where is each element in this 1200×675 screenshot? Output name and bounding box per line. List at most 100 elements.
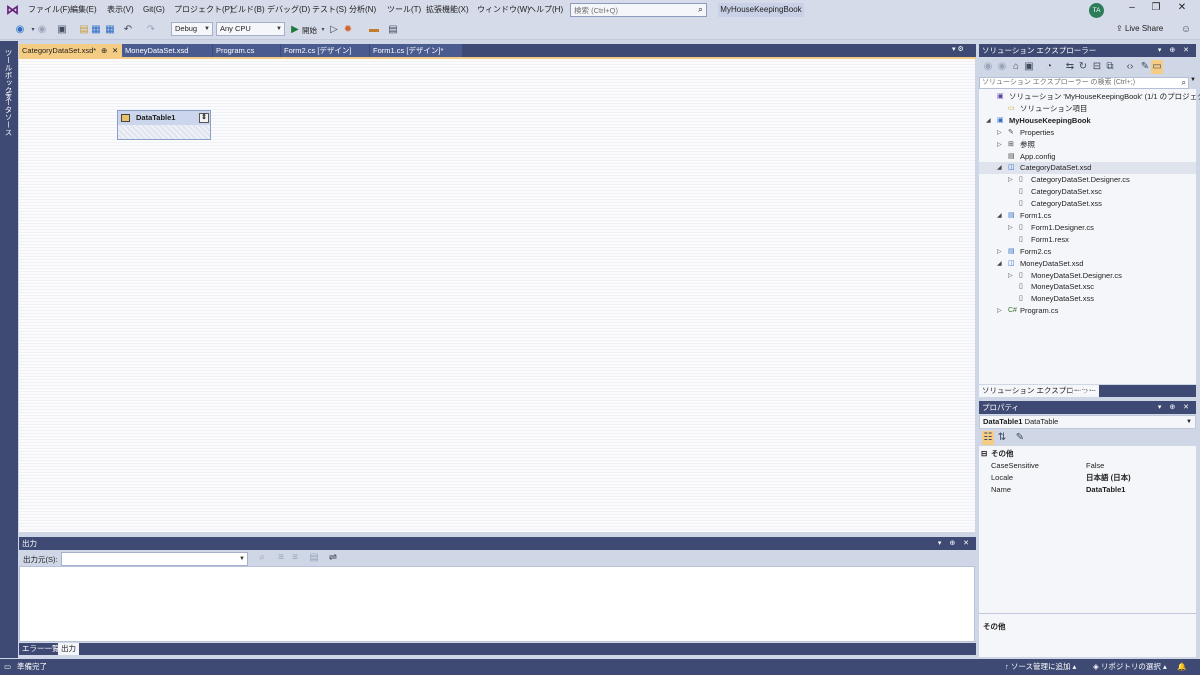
property-value[interactable]: 日本語 (日本) — [1086, 472, 1131, 484]
avatar[interactable]: TA — [1089, 3, 1104, 18]
property-value[interactable]: DataTable1 — [1086, 484, 1125, 496]
expand-arrow-icon[interactable]: ▷ — [1008, 270, 1013, 282]
expand-arrow-icon[interactable]: ▷ — [997, 139, 1002, 151]
forward-icon[interactable]: ◉ — [36, 23, 48, 37]
expand-arrow-icon[interactable]: ▷ — [1008, 174, 1013, 186]
forward-icon[interactable]: ◉ — [996, 60, 1008, 74]
output-window-icon[interactable]: ▭ — [4, 659, 11, 675]
tree-item[interactable]: ◢ ◫ CategoryDataSet.xsd — [979, 162, 1196, 175]
collapse-icon[interactable]: ⊟ — [981, 448, 987, 460]
maximize-icon[interactable]: ❐ — [1148, 2, 1164, 13]
live-share-button[interactable]: ⇪ Live Share — [1116, 24, 1163, 33]
tree-item[interactable]: ▷ ⊞ 参照 — [979, 139, 1196, 151]
tab-overflow-icon[interactable]: ▾ ⚙ — [952, 45, 964, 53]
tree-item[interactable]: ▤ App.config — [979, 151, 1196, 163]
collapse-icon[interactable]: ⇕ — [199, 113, 209, 123]
tree-item[interactable]: ◢ ▤ Form1.cs — [979, 210, 1196, 222]
code-view-icon[interactable]: ‹› — [1124, 60, 1136, 74]
panel-controls-icon[interactable]: ▾ ⊕ ✕ — [1158, 401, 1192, 414]
tab-output[interactable]: 出力 — [58, 643, 79, 655]
tree-item[interactable]: ▷ ▤ Form2.cs — [979, 246, 1196, 258]
tab-form2-design[interactable]: Form2.cs [デザイン] — [281, 44, 369, 57]
expand-arrow-icon[interactable]: ▷ — [1008, 222, 1013, 234]
close-icon[interactable]: ✕ — [112, 44, 118, 57]
prev-message-icon[interactable]: ≡ — [275, 551, 287, 565]
home-icon[interactable]: ⌂ — [1010, 60, 1022, 74]
minimize-icon[interactable]: – — [1124, 2, 1140, 13]
property-row[interactable]: Name DataTable1 — [979, 484, 1196, 496]
find-icon[interactable]: ⌕ — [256, 551, 268, 565]
tree-item[interactable]: ▷ ▯ MoneyDataSet.Designer.cs — [979, 270, 1196, 282]
expand-arrow-icon[interactable]: ▷ — [997, 246, 1002, 258]
expand-arrow-icon[interactable]: ▷ — [997, 127, 1002, 139]
tab-category-dataset[interactable]: CategoryDataSet.xsd* ⊕ ✕ — [19, 44, 122, 57]
menu-item[interactable]: ビルド(B) — [230, 4, 265, 16]
save-icon[interactable]: ▦ — [90, 23, 102, 37]
tree-item[interactable]: ▯ CategoryDataSet.xss — [979, 198, 1196, 210]
undo-icon[interactable]: ↶ — [122, 23, 134, 37]
redo-icon[interactable]: ↷ — [145, 23, 157, 37]
menu-item[interactable]: デバッグ(D) — [267, 4, 310, 16]
platform-select[interactable]: Any CPU ▼ — [216, 22, 285, 36]
alphabetical-icon[interactable]: ⇅ — [996, 431, 1008, 445]
dataset-designer-surface[interactable]: DataTable1 ⇕ — [19, 59, 975, 532]
collapse-all-icon[interactable]: ⊟ — [1091, 60, 1103, 74]
start-without-debug-icon[interactable]: ▷ — [328, 23, 340, 37]
tab-program[interactable]: Program.cs — [213, 44, 280, 57]
datatable-box[interactable]: DataTable1 ⇕ — [117, 110, 211, 140]
categorized-icon[interactable]: ☷ — [982, 431, 994, 445]
close-icon[interactable]: ✕ — [1174, 2, 1190, 13]
output-source-select[interactable]: ▼ — [61, 552, 248, 566]
wrench-icon[interactable]: ✎ — [1014, 431, 1026, 445]
layout-icon[interactable]: ▤ — [387, 23, 399, 37]
new-project-icon[interactable]: ▣ — [56, 23, 68, 37]
tree-item[interactable]: ◢ ◫ MoneyDataSet.xsd — [979, 258, 1196, 270]
sync-icon[interactable]: ⇆ — [1064, 60, 1076, 74]
menu-item[interactable]: ファイル(F) — [28, 4, 70, 16]
tree-item[interactable]: ▷ ✎ Properties — [979, 127, 1196, 139]
property-row[interactable]: Locale 日本語 (日本) — [979, 472, 1196, 484]
search-box[interactable]: 検索 (Ctrl+Q) ⌕ — [570, 3, 707, 17]
visual-studio-logo-icon[interactable]: ⋈ — [6, 3, 20, 17]
preview-icon[interactable]: ▭ — [1151, 60, 1163, 74]
back-icon[interactable]: ◉ — [982, 60, 994, 74]
output-text-area[interactable] — [19, 566, 975, 642]
tree-item[interactable]: ◢ ▣ MyHouseKeepingBook — [979, 115, 1196, 127]
tab-error-list[interactable]: エラー一覧 — [19, 643, 63, 655]
collapse-arrow-icon[interactable]: ◢ — [997, 210, 1002, 222]
tab-form1-design[interactable]: Form1.cs [デザイン]* — [370, 44, 462, 57]
notifications-icon[interactable]: 🔔 — [1177, 659, 1186, 675]
data-sources-tab[interactable]: データソース — [3, 91, 14, 136]
tab-git-changes[interactable]: Git 変更 — [1068, 385, 1101, 397]
menu-item[interactable]: 拡張機能(X) — [426, 4, 469, 16]
menu-item[interactable]: 表示(V) — [107, 4, 134, 16]
hot-reload-icon[interactable]: ✹ — [342, 23, 354, 37]
pending-changes-icon[interactable]: ◔ — [1043, 60, 1055, 74]
play-icon[interactable]: ▶ — [289, 23, 301, 37]
expand-arrow-icon[interactable]: ▷ — [997, 305, 1002, 317]
switch-views-icon[interactable]: ▣ — [1023, 60, 1035, 74]
property-value[interactable]: False — [1086, 460, 1104, 472]
feedback-icon[interactable]: ☺ — [1180, 23, 1192, 37]
panel-controls-icon[interactable]: ▾ ⊕ ✕ — [1158, 44, 1192, 57]
config-select[interactable]: Debug ▼ — [171, 22, 213, 36]
tree-item[interactable]: ▯ CategoryDataSet.xsc — [979, 186, 1196, 198]
collapse-arrow-icon[interactable]: ◢ — [986, 115, 991, 127]
select-repository[interactable]: ◈ リポジトリの選択 ▴ — [1093, 659, 1167, 675]
menu-item[interactable]: ウィンドウ(W) — [477, 4, 530, 16]
tree-item[interactable]: ▷ ▯ CategoryDataSet.Designer.cs — [979, 174, 1196, 186]
tab-money-dataset[interactable]: MoneyDataSet.xsd — [122, 44, 212, 57]
properties-icon[interactable]: ✎ — [1139, 60, 1151, 74]
tree-item[interactable]: ▷ C# Program.cs — [979, 305, 1196, 317]
collapse-arrow-icon[interactable]: ◢ — [997, 258, 1002, 270]
save-all-icon[interactable]: ▦ — [104, 23, 116, 37]
panel-controls-icon[interactable]: ▾ ⊕ ✕ — [938, 537, 972, 550]
word-wrap-icon[interactable]: ⇌ — [327, 551, 339, 565]
tree-item[interactable]: ▷ ▯ Form1.Designer.cs — [979, 222, 1196, 234]
back-icon[interactable]: ◉ — [14, 23, 26, 37]
datatable-header[interactable]: DataTable1 ⇕ — [118, 111, 210, 125]
pin-icon[interactable]: ⊕ — [101, 44, 107, 57]
menu-item[interactable]: ヘルプ(H) — [528, 4, 563, 16]
add-to-source-control[interactable]: ↑ ソース管理に追加 ▴ — [1005, 659, 1076, 675]
menu-item[interactable]: Git(G) — [143, 4, 165, 16]
